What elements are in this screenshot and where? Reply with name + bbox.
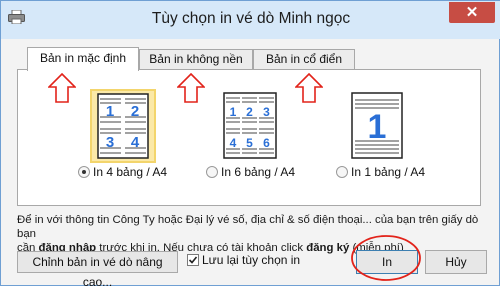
- layout-4-thumbnail[interactable]: 1 2 3 4: [90, 89, 156, 163]
- layout-6-thumbnail[interactable]: 1 2 3 4 5 6: [222, 91, 278, 161]
- radio-layout-6[interactable]: In 6 bảng / A4: [206, 165, 295, 179]
- layout-6-number: 1: [230, 105, 237, 119]
- layout-6-number: 3: [263, 105, 270, 119]
- radio-selected-icon[interactable]: [78, 166, 90, 178]
- advanced-print-settings-button[interactable]: Chỉnh bản in vé dò nâng cao...: [17, 251, 178, 289]
- red-circle-annotation: [351, 235, 421, 281]
- layout-1-thumbnail[interactable]: 1: [350, 91, 404, 161]
- red-arrow-annotation: [48, 73, 76, 103]
- red-arrow-annotation: [177, 73, 205, 103]
- remember-options-checkbox[interactable]: Lưu lại tùy chọn in: [187, 253, 300, 267]
- layout-4-preview-icon: 1 2 3 4: [97, 93, 149, 159]
- tab-no-background-print[interactable]: Bản in không nền: [139, 49, 253, 69]
- radio-unselected-icon[interactable]: [336, 166, 348, 178]
- layout-4-number: 3: [106, 134, 114, 151]
- register-link[interactable]: đăng ký: [306, 242, 349, 254]
- print-options-dialog: Tùy chọn in vé dò Minh ngọc ✕ Bản in mặc…: [0, 0, 500, 289]
- close-button[interactable]: ✕: [449, 2, 495, 23]
- radio-layout-1-label: In 1 bảng / A4: [351, 165, 426, 179]
- tab-default-print[interactable]: Bản in mặc định: [27, 47, 139, 71]
- checkbox-box[interactable]: [187, 254, 199, 266]
- layout-4-number: 4: [131, 134, 140, 151]
- remember-options-label: Lưu lại tùy chọn in: [202, 253, 301, 267]
- layout-6-number: 2: [246, 105, 253, 119]
- layout-4-number: 2: [131, 103, 139, 120]
- red-arrow-annotation: [295, 73, 323, 103]
- layout-6-preview-icon: 1 2 3 4 5 6: [223, 92, 277, 159]
- radio-layout-6-label: In 6 bảng / A4: [221, 165, 296, 179]
- title-bar: Tùy chọn in vé dò Minh ngọc ✕: [1, 1, 500, 39]
- layout-6-number: 6: [263, 136, 270, 150]
- layout-4-number: 1: [106, 103, 114, 120]
- layout-1-number: 1: [368, 108, 387, 146]
- layout-6-number: 4: [230, 136, 237, 150]
- cancel-button[interactable]: Hủy: [425, 250, 487, 274]
- radio-layout-4-label: In 4 bảng / A4: [93, 165, 168, 179]
- layout-1-preview-icon: 1: [351, 92, 403, 159]
- tab-classic-print[interactable]: Bản in cổ điển: [253, 49, 355, 69]
- radio-unselected-icon[interactable]: [206, 166, 218, 178]
- window-title: Tùy chọn in vé dò Minh ngọc: [151, 10, 351, 27]
- radio-layout-1[interactable]: In 1 bảng / A4: [336, 165, 425, 179]
- radio-layout-4[interactable]: In 4 bảng / A4: [78, 165, 167, 179]
- close-icon: ✕: [465, 4, 479, 21]
- checkmark-icon: [188, 256, 198, 264]
- layout-6-number: 5: [246, 136, 253, 150]
